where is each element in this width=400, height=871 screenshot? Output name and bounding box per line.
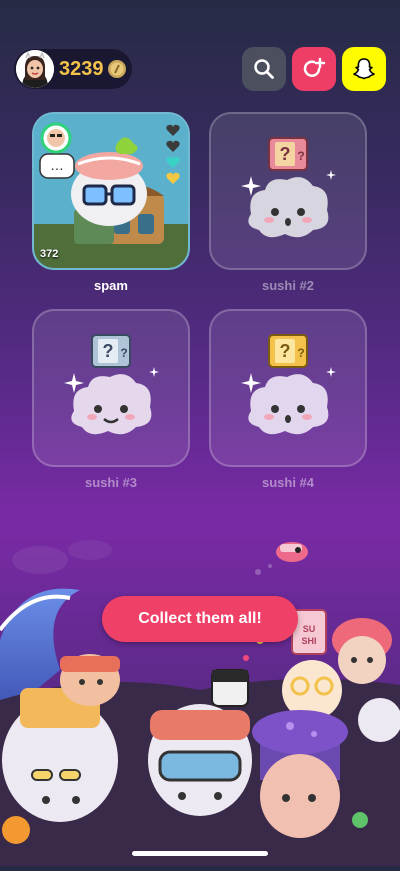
svg-text:SU: SU xyxy=(303,624,316,634)
avatar[interactable] xyxy=(16,50,54,88)
home-indicator xyxy=(132,851,268,856)
card-label-sushi-3: sushi #3 xyxy=(84,475,138,490)
bitmoji-card-sushi-4[interactable]: ? ? xyxy=(209,309,367,467)
bitmoji-card-sushi-3[interactable]: ? ? xyxy=(32,309,190,467)
mystery-sushi-illustration: ? ? xyxy=(64,334,159,435)
card-label-sushi-2: sushi #2 xyxy=(261,278,315,293)
mystery-sushi-illustration: ? ? xyxy=(241,334,336,435)
bitmoji-card-sushi-2[interactable]: ? ? xyxy=(209,112,367,270)
card-label-spam: spam xyxy=(94,278,128,293)
svg-text:…: … xyxy=(50,157,64,173)
svg-text:?: ? xyxy=(297,346,304,360)
svg-text:SHI: SHI xyxy=(301,636,316,646)
bitmoji-card-spam[interactable]: … 372 xyxy=(32,112,190,270)
sushi-crowd-illustration: SU SHI xyxy=(0,520,400,866)
add-friend-button[interactable] xyxy=(292,47,336,91)
card-label-sushi-4: sushi #4 xyxy=(261,475,315,490)
mystery-sushi-illustration: ? ? xyxy=(241,137,336,238)
collect-them-all-button[interactable]: Collect them all! xyxy=(102,596,298,642)
heart-icon xyxy=(166,140,180,156)
search-button[interactable] xyxy=(242,47,286,91)
add-friend-icon xyxy=(303,57,326,77)
svg-text:?: ? xyxy=(280,341,291,361)
friend-count: 372 xyxy=(40,248,59,260)
svg-text:?: ? xyxy=(103,341,114,361)
top-bar: 3239 xyxy=(0,44,400,94)
friendship-hearts xyxy=(166,124,180,188)
coin-icon xyxy=(107,59,127,79)
svg-text:?: ? xyxy=(280,144,291,164)
heart-icon xyxy=(166,172,180,188)
search-icon xyxy=(254,59,274,79)
coin-count: 3239 xyxy=(59,58,104,80)
profile-pill[interactable]: 3239 xyxy=(14,49,132,89)
snapchat-icon xyxy=(353,58,375,80)
spam-scene-illustration: … xyxy=(34,114,188,268)
snapchat-button[interactable] xyxy=(342,47,386,91)
heart-icon xyxy=(166,156,180,172)
svg-text:?: ? xyxy=(120,346,127,360)
svg-text:?: ? xyxy=(297,149,304,163)
heart-icon xyxy=(166,124,180,140)
